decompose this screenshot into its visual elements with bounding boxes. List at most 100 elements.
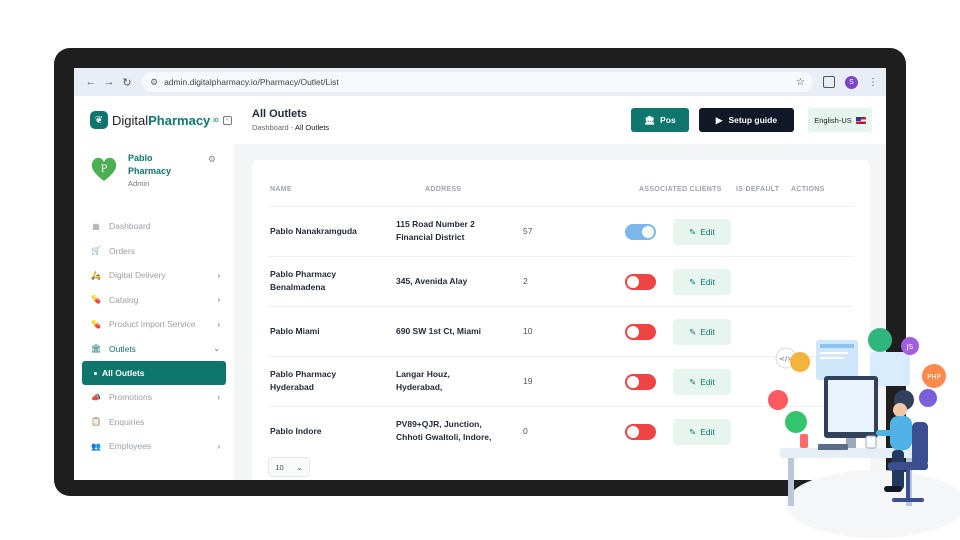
avatar: P (91, 157, 117, 181)
is-default-toggle[interactable] (625, 224, 656, 240)
forward-arrow-icon[interactable]: → (100, 76, 118, 88)
bookmark-star-icon[interactable]: ☆ (796, 77, 805, 88)
chevron-right-icon: › (217, 441, 220, 451)
user-profile: P Pablo Pharmacy Admin ⚙ (74, 144, 234, 200)
pencil-icon: ✎ (689, 326, 697, 337)
edit-button[interactable]: ✎ Edit (673, 319, 731, 345)
sidebar-item-label: Employees (109, 441, 152, 452)
is-default-toggle[interactable] (625, 324, 656, 340)
column-header-is-default: IS DEFAULT (736, 186, 780, 193)
stage: ← → ↻ ⚙ admin.digitalpharmacy.io/Pharmac… (0, 0, 960, 540)
sidebar-item-employees[interactable]: 👥 Employees › (74, 434, 234, 459)
brand-logo[interactable]: ❦ DigitalPharmacy .io ‹ (74, 111, 234, 129)
is-default-toggle[interactable] (625, 274, 656, 290)
is-default-toggle[interactable] (625, 374, 656, 390)
sidebar-item-outlets[interactable]: 🏛 Outlets ⌄ (74, 337, 234, 362)
toggle-knob (642, 226, 654, 238)
browser-toolbar: ← → ↻ ⚙ admin.digitalpharmacy.io/Pharmac… (74, 68, 886, 96)
sidebar-item-digital-delivery[interactable]: 🛵 Digital Delivery › (74, 263, 234, 288)
pencil-icon: ✎ (689, 276, 697, 287)
edit-button[interactable]: ✎ Edit (673, 419, 731, 445)
associated-clients-count: 0 (523, 426, 528, 436)
svg-text:PHP: PHP (927, 373, 941, 381)
svg-text:JS: JS (906, 343, 914, 351)
chevron-right-icon: › (217, 295, 220, 305)
profile-role: Admin (128, 179, 150, 188)
pill-import-icon: 💊 (91, 319, 101, 329)
site-settings-icon[interactable]: ⚙ (150, 77, 158, 88)
edit-label: Edit (700, 327, 715, 337)
associated-clients-count: 10 (523, 326, 533, 336)
scooter-icon: 🛵 (91, 270, 101, 280)
sidebar-item-label: Promotions (109, 392, 152, 403)
sidebar-item-product-import[interactable]: 💊 Product Import Service › (74, 312, 234, 337)
play-icon: ▶ (715, 114, 723, 125)
url-text: admin.digitalpharmacy.io/Pharmacy/Outlet… (164, 77, 339, 87)
page-size-value: 10 (275, 462, 284, 472)
sidebar-menu: ▦ Dashboard 🛒 Orders 🛵 Digital Delivery › 💊 C… (74, 214, 234, 459)
sidebar-subitem-all-outlets[interactable]: All Outlets (82, 361, 226, 385)
outlet-name: Pablo Pharmacy Hyderabad (270, 369, 337, 392)
setup-guide-button[interactable]: ▶ Setup guide (699, 108, 794, 132)
pencil-icon: ✎ (689, 226, 697, 237)
sidebar-item-label: Dashboard (109, 221, 151, 232)
chevron-down-icon: ⌄ (296, 462, 303, 472)
outlet-name: Pablo Pharmacy Benalmadena (270, 269, 337, 292)
header-actions: 🏛 Pos ▶ Setup guide English-US (631, 108, 886, 132)
breadcrumb-separator: - (290, 123, 294, 132)
cart-icon: 🛒 (91, 246, 101, 256)
outlet-name: Pablo Indore (270, 426, 322, 436)
associated-clients-count: 19 (523, 376, 533, 386)
reload-icon[interactable]: ↻ (118, 76, 136, 89)
outlet-address: 115 Road Number 2 Financial District (396, 219, 475, 242)
edit-button[interactable]: ✎ Edit (673, 269, 731, 295)
edit-button[interactable]: ✎ Edit (673, 219, 731, 245)
sidebar-item-dashboard[interactable]: ▦ Dashboard (74, 214, 234, 239)
column-header-name: NAME (270, 186, 292, 193)
toggle-knob (627, 326, 639, 338)
grid-icon: ▦ (92, 221, 100, 231)
developer-illustration: </> JS PHP (768, 328, 960, 538)
sidebar-item-label: Digital Delivery (109, 270, 166, 281)
pencil-icon: ✎ (689, 376, 697, 387)
sidebar-item-orders[interactable]: 🛒 Orders (74, 239, 234, 264)
sidebar-item-label: Catalog (109, 294, 139, 305)
page-size-select[interactable]: 10 ⌄ (268, 457, 310, 477)
leaf-logo-icon: ❦ (90, 111, 108, 129)
edit-label: Edit (700, 277, 715, 287)
edit-label: Edit (700, 427, 715, 437)
sidebar-item-enquiries[interactable]: 📋 Enquiries (74, 410, 234, 435)
setup-guide-label: Setup guide (728, 115, 778, 125)
browser-profile-avatar[interactable]: S (845, 75, 858, 89)
us-flag-icon (855, 116, 866, 124)
breadcrumb-current: All Outlets (294, 123, 330, 132)
back-arrow-icon[interactable]: ← (82, 76, 100, 88)
edit-button[interactable]: ✎ Edit (673, 369, 731, 395)
gear-icon[interactable]: ⚙ (208, 154, 216, 165)
address-bar[interactable]: ⚙ admin.digitalpharmacy.io/Pharmacy/Outl… (142, 72, 813, 92)
column-header-actions: ACTIONS (791, 186, 825, 193)
language-selector[interactable]: English-US (808, 108, 872, 132)
edit-label: Edit (700, 227, 715, 237)
breadcrumb-dashboard-link[interactable]: Dashboard (252, 123, 289, 132)
app-header: ❦ DigitalPharmacy .io ‹ All Outlets Dash… (74, 96, 886, 144)
sidebar-item-catalog[interactable]: 💊 Catalog › (74, 288, 234, 313)
megaphone-icon: 📣 (91, 392, 101, 402)
table-row: Pablo Nanakramguda 115 Road Number 2 Fin… (268, 206, 854, 256)
breadcrumb: Dashboard - All Outlets (252, 123, 329, 132)
chevron-down-icon: ⌄ (213, 344, 220, 354)
chevron-right-icon: › (217, 392, 220, 402)
sidebar-item-label: Orders (109, 245, 135, 256)
is-default-toggle[interactable] (625, 424, 656, 440)
edit-label: Edit (700, 377, 715, 387)
browser-menu-icon[interactable]: ⋮ (868, 77, 878, 88)
brand-suffix: .io (211, 116, 219, 124)
sidebar-item-promotions[interactable]: 📣 Promotions › (74, 385, 234, 410)
extensions-icon[interactable] (823, 76, 835, 88)
sidebar-item-label: Product Import Service (109, 319, 196, 330)
outlet-address: 345, Avenida Alay (396, 276, 468, 286)
svg-text:P: P (101, 164, 108, 175)
profile-name: Pablo Pharmacy (128, 153, 172, 176)
sidebar-collapse-icon[interactable]: ‹ (222, 115, 232, 125)
pos-button[interactable]: 🏛 Pos (631, 108, 689, 132)
